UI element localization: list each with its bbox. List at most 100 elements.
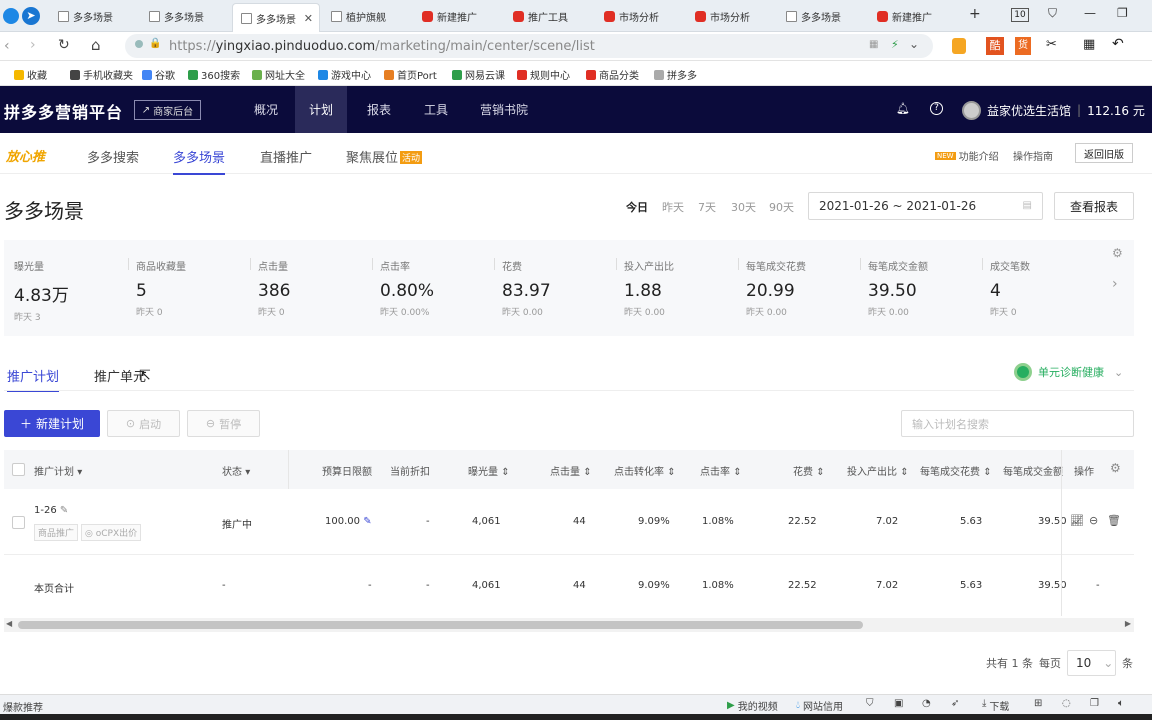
range-7d[interactable]: 7天 bbox=[698, 199, 716, 215]
merchant-backend-button[interactable]: ↗ 商家后台 bbox=[134, 100, 201, 120]
qr-icon[interactable]: ▦ bbox=[869, 39, 878, 50]
metric-card[interactable]: 投入产出比 1.88 昨天 0.00 bbox=[624, 258, 744, 318]
col-cvr[interactable]: 点击转化率 ⇕ bbox=[614, 463, 676, 478]
sort-icon[interactable]: ⇕ bbox=[900, 467, 908, 478]
edit-icon[interactable]: ✎ bbox=[363, 516, 371, 527]
shield-icon[interactable] bbox=[952, 38, 966, 54]
extension-red-icon[interactable]: 酷 bbox=[986, 37, 1004, 55]
row-checkbox[interactable] bbox=[12, 516, 25, 529]
back-old-button[interactable]: 返回旧版 bbox=[1075, 143, 1133, 163]
help-icon[interactable]: ? bbox=[930, 102, 943, 115]
plan-search-input[interactable]: 输入计划名搜索 bbox=[901, 410, 1134, 437]
undo-icon[interactable]: ↶ bbox=[1112, 36, 1124, 52]
scroll-left-icon[interactable]: ◀ bbox=[6, 619, 12, 628]
col-cost-per-order[interactable]: 每笔成交花费 ⇕ bbox=[920, 463, 992, 478]
bookmark-item[interactable]: 拼多多 bbox=[654, 67, 697, 82]
close-tab-icon[interactable]: ✕ bbox=[304, 12, 313, 25]
chevron-down-icon[interactable]: ⌄ bbox=[909, 37, 919, 51]
bookmark-item[interactable]: 规则中心 bbox=[517, 67, 570, 82]
metric-card[interactable]: 点击量 386 昨天 0 bbox=[258, 258, 378, 318]
metric-card[interactable]: 点击率 0.80% 昨天 0.00% bbox=[380, 258, 500, 318]
metric-card[interactable]: 曝光量 4.83万 昨天 3 bbox=[14, 258, 134, 323]
nav-item-2[interactable]: 报表 bbox=[353, 86, 405, 133]
range-yesterday[interactable]: 昨天 bbox=[662, 199, 684, 215]
tab-count-badge[interactable]: 10 bbox=[1011, 8, 1029, 22]
subnav-item-live[interactable]: 直播推广 bbox=[260, 147, 312, 166]
back-icon[interactable]: ‹ bbox=[4, 38, 10, 54]
nav-item-3[interactable]: 工具 bbox=[410, 86, 462, 133]
bookmark-item[interactable]: 游戏中心 bbox=[318, 67, 371, 82]
browser-tab[interactable]: 多多场景 ✕ bbox=[232, 3, 320, 32]
nav-item-4[interactable]: 营销书院 bbox=[466, 86, 542, 133]
range-today[interactable]: 今日 bbox=[626, 199, 648, 215]
rocket-icon[interactable]: ➶ bbox=[951, 698, 959, 709]
browser-tab[interactable]: 推广工具 bbox=[505, 4, 593, 28]
col-impressions[interactable]: 曝光量 ⇕ bbox=[468, 463, 510, 478]
bookmark-item[interactable]: 手机收藏夹 bbox=[70, 67, 133, 82]
page-size-select[interactable]: 10 ⌄ bbox=[1067, 650, 1116, 676]
shield-status-icon[interactable]: ⛉ bbox=[866, 698, 874, 709]
metric-card[interactable]: 花费 83.97 昨天 0.00 bbox=[502, 258, 622, 318]
sort-icon[interactable]: ⇕ bbox=[816, 467, 824, 478]
scrollbar-thumb[interactable] bbox=[18, 621, 863, 629]
filter-icon[interactable]: ▾ bbox=[245, 467, 250, 478]
account-balance[interactable]: 112.16 元 bbox=[1087, 102, 1145, 119]
sort-icon[interactable]: ⇕ bbox=[583, 467, 591, 478]
sort-icon[interactable]: ⇕ bbox=[733, 467, 741, 478]
sort-icon[interactable]: ⇕ bbox=[983, 467, 991, 478]
metric-card[interactable]: 每笔成交金额 39.50 昨天 0.00 bbox=[868, 258, 988, 318]
browser-tab[interactable]: 多多场景 bbox=[141, 4, 229, 28]
col-spend[interactable]: 花费 ⇕ bbox=[793, 463, 825, 478]
chevron-down-icon[interactable]: ⌄ bbox=[1114, 366, 1123, 379]
new-tab-icon[interactable]: + bbox=[969, 6, 981, 22]
browser-tab[interactable]: 市场分析 bbox=[596, 4, 684, 28]
bookmark-item[interactable]: 网址大全 bbox=[252, 67, 305, 82]
forward-icon[interactable]: › bbox=[30, 37, 36, 53]
scissors-icon[interactable]: ✂ bbox=[1046, 37, 1057, 52]
sort-icon[interactable]: ⇕ bbox=[667, 467, 675, 478]
grid-icon[interactable]: ▦ bbox=[1083, 37, 1095, 52]
browser-tab[interactable]: 市场分析 bbox=[687, 4, 775, 28]
date-range-picker[interactable]: 2021-01-26 ~ 2021-01-26 ▤ bbox=[808, 192, 1043, 220]
game-icon[interactable]: ⊞ bbox=[1034, 698, 1042, 709]
col-order-amount[interactable]: 每笔成交金额 bbox=[1003, 463, 1063, 478]
bookmark-item[interactable]: 收藏 bbox=[14, 67, 47, 82]
speed-icon[interactable]: ⚡ bbox=[891, 38, 899, 51]
tab-plans[interactable]: 推广计划 bbox=[7, 366, 60, 392]
select-all-checkbox[interactable] bbox=[12, 463, 25, 476]
nav-item-0[interactable]: 概况 bbox=[240, 86, 292, 133]
view-report-button[interactable]: 查看报表 bbox=[1054, 192, 1134, 220]
col-plan[interactable]: 推广计划 ▾ bbox=[34, 463, 82, 478]
avatar[interactable] bbox=[962, 100, 981, 120]
metric-card[interactable]: 商品收藏量 5 昨天 0 bbox=[136, 258, 256, 318]
bookmark-item[interactable]: 360搜索 bbox=[188, 67, 240, 82]
refresh-icon[interactable]: ◌ bbox=[1062, 698, 1071, 709]
window-icon[interactable]: ❐ bbox=[1090, 698, 1099, 709]
account-name[interactable]: 益家优选生活馆 bbox=[987, 102, 1071, 119]
metric-card[interactable]: 成交笔数 4 昨天 0 bbox=[990, 258, 1110, 318]
col-budget[interactable]: 预算日限额 bbox=[322, 463, 372, 478]
subnav-item-scene[interactable]: 多多场景 bbox=[173, 147, 226, 175]
col-roi[interactable]: 投入产出比 ⇕ bbox=[847, 463, 909, 478]
col-status[interactable]: 状态 ▾ bbox=[222, 463, 250, 478]
bookmark-item[interactable]: 商品分类 bbox=[586, 67, 639, 82]
subnav-item-focus[interactable]: 聚焦展位 活动 bbox=[346, 147, 423, 166]
col-discount[interactable]: 当前折扣 bbox=[390, 463, 430, 478]
shirt-icon[interactable]: ⛉ bbox=[1048, 6, 1057, 21]
guide-link[interactable]: 操作指南 bbox=[1013, 148, 1053, 163]
account-menu[interactable]: 益家优选生活馆 | 112.16 元 bbox=[962, 100, 1145, 120]
feature-intro-link[interactable]: NEW 功能介绍 bbox=[935, 148, 999, 163]
home-icon[interactable]: ⌂ bbox=[91, 36, 101, 54]
nav-item-1[interactable]: 计划 bbox=[295, 86, 348, 133]
browser-tab[interactable]: 多多场景 bbox=[50, 4, 138, 28]
site-credit-link[interactable]: 💧︎ 网站信用 bbox=[796, 698, 843, 713]
browser-tab[interactable]: 植护旗舰 bbox=[323, 4, 411, 28]
bookmark-item[interactable]: 谷歌 bbox=[142, 67, 175, 82]
bookmark-item[interactable]: 网易云课 bbox=[452, 67, 505, 82]
image-icon[interactable]: ▣ bbox=[894, 698, 903, 709]
plan-name[interactable]: 1-26 ✎ bbox=[34, 505, 68, 516]
new-plan-button[interactable]: ＋ 新建计划 bbox=[4, 410, 100, 437]
sort-icon[interactable]: ⇕ bbox=[501, 467, 509, 478]
bell-icon[interactable]: 🔔︎ bbox=[896, 102, 910, 115]
horizontal-scrollbar[interactable]: ◀ ▶ bbox=[4, 618, 1134, 632]
